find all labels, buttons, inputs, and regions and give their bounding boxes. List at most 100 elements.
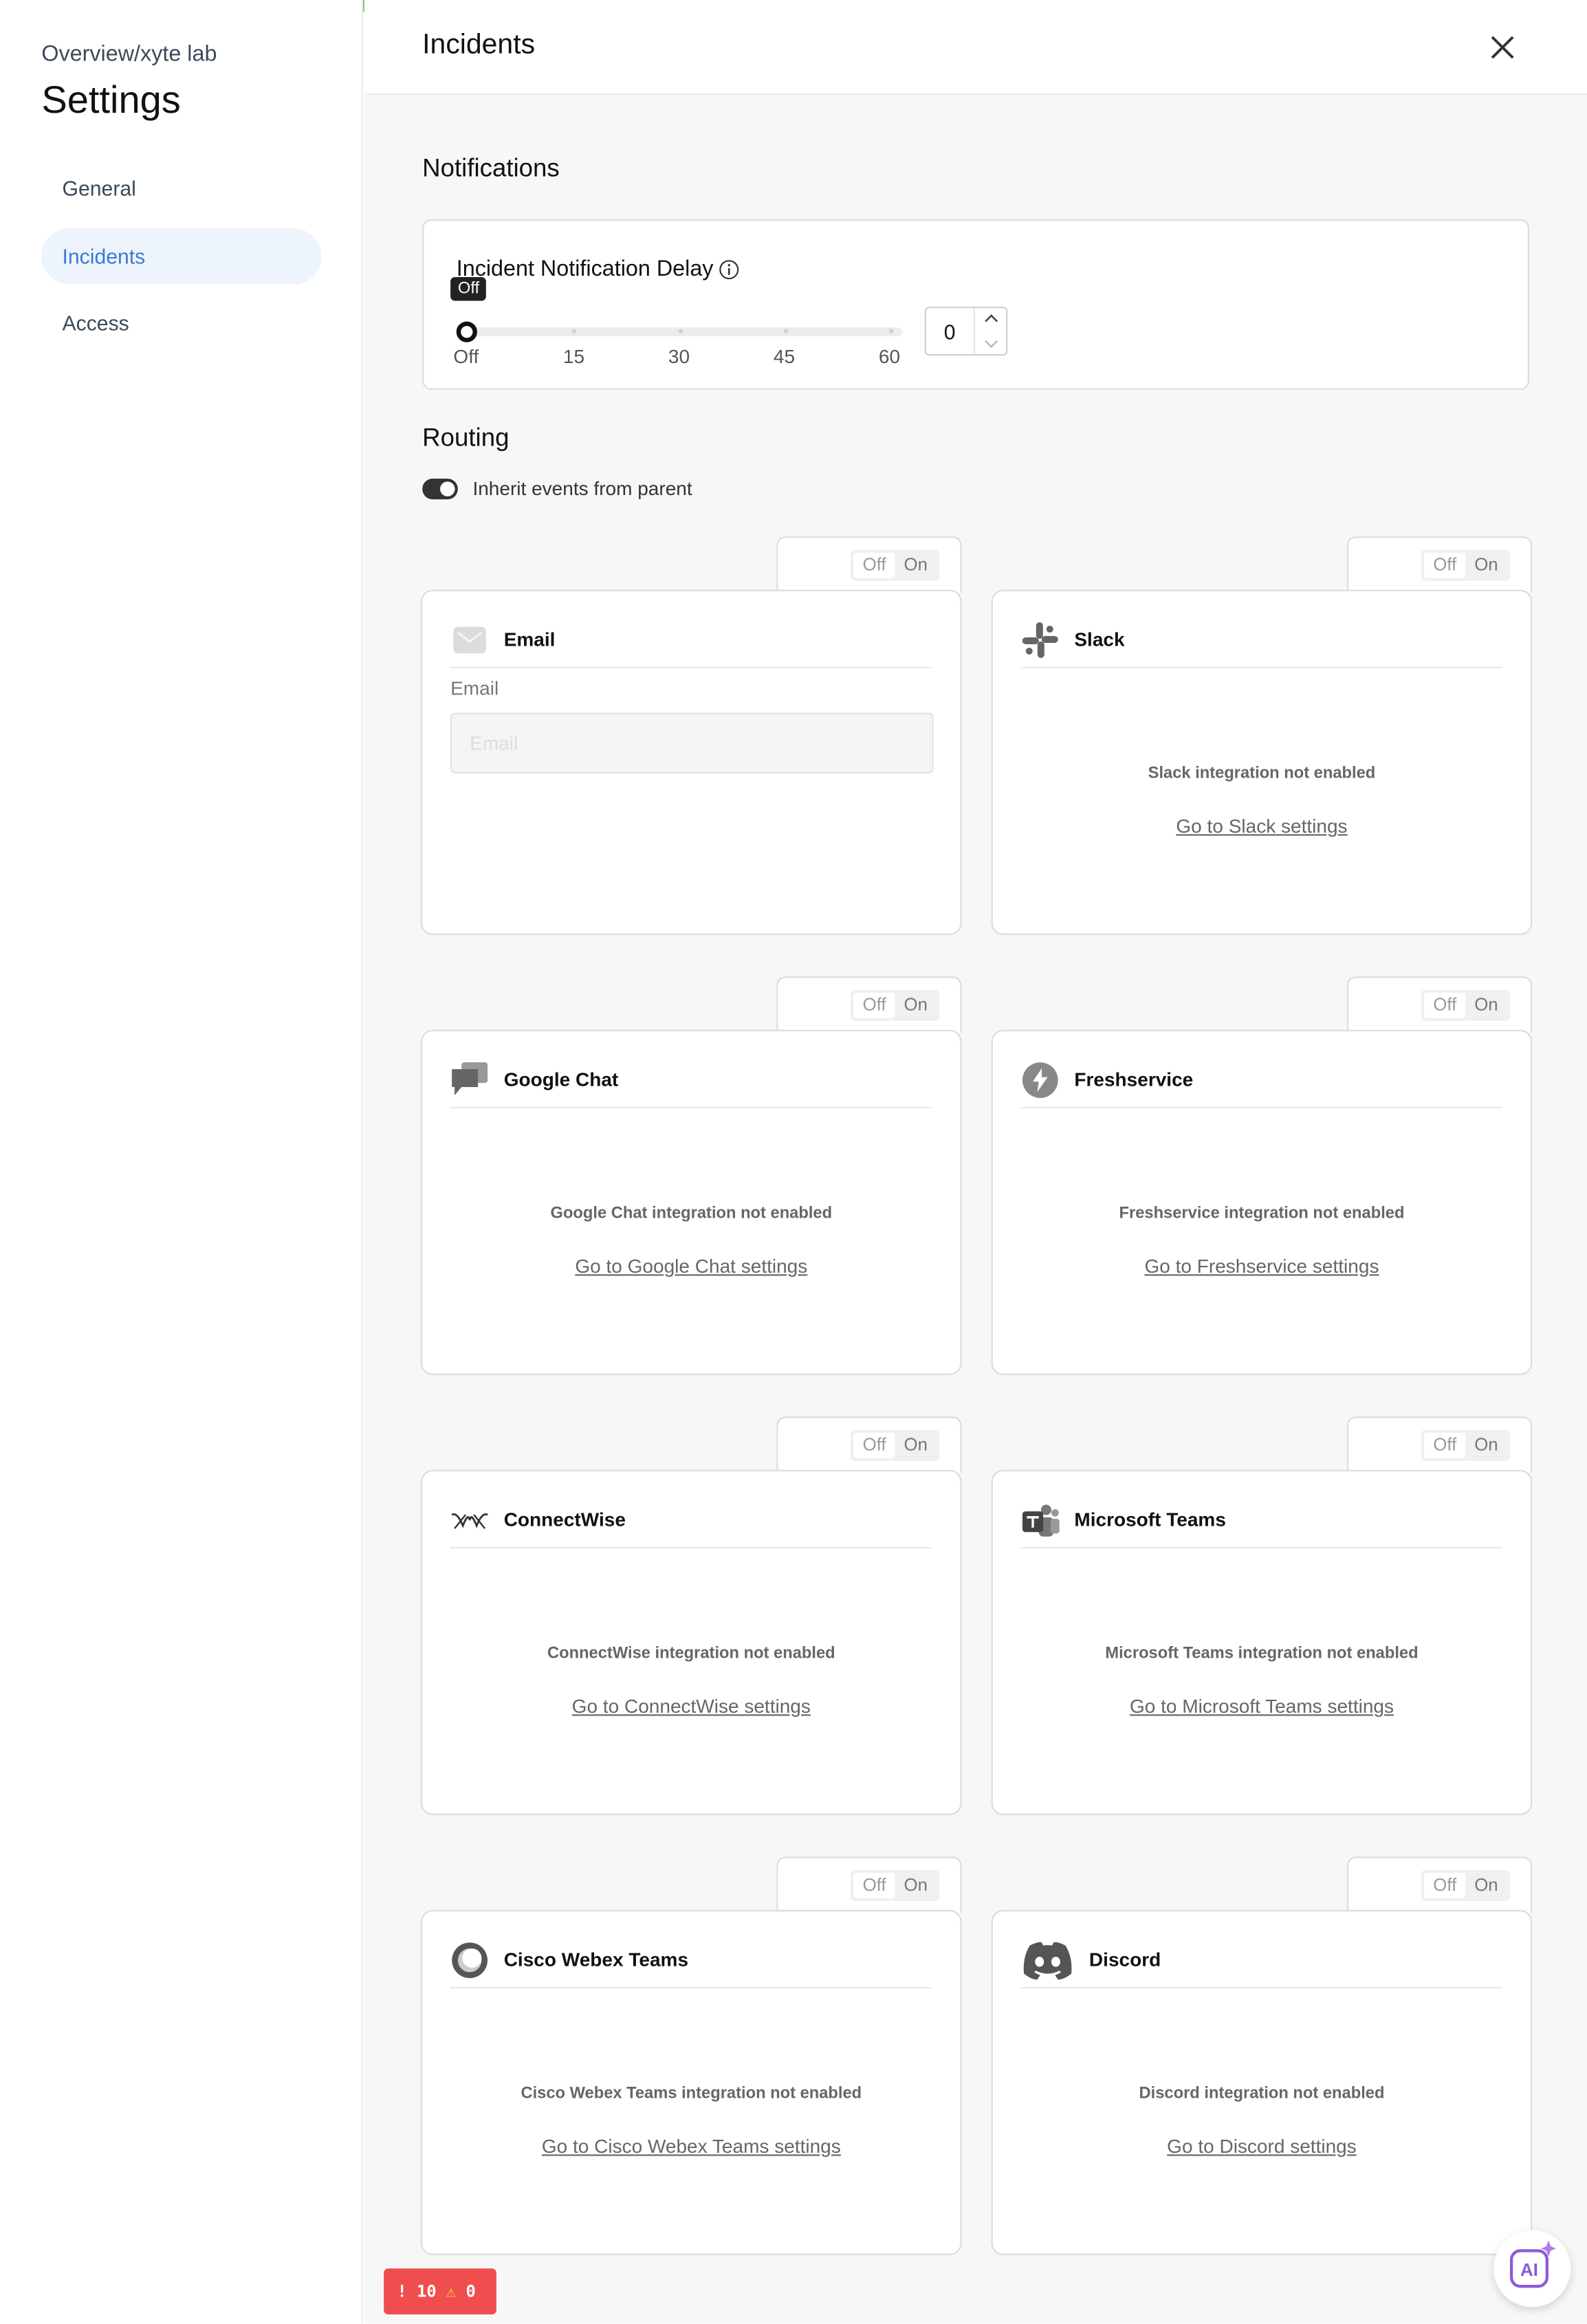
card-body: Email Email Email [421, 589, 962, 935]
off-on-switch[interactable]: Off On [1421, 549, 1510, 581]
info-icon[interactable] [719, 259, 740, 279]
off-on-switch[interactable]: Off On [1421, 989, 1510, 1021]
delay-label: Incident Notification Delay [456, 256, 741, 282]
off-option[interactable]: Off [1424, 1432, 1466, 1458]
inherit-events-toggle[interactable] [422, 479, 458, 500]
card-toggle-tab: Off On [776, 1416, 962, 1473]
panel-title: Incidents [422, 30, 536, 61]
off-on-switch[interactable]: Off On [1421, 1429, 1510, 1461]
off-option[interactable]: Off [853, 992, 895, 1018]
off-option[interactable]: Off [853, 552, 895, 578]
card-header: ConnectWise [450, 1492, 932, 1548]
off-on-switch[interactable]: Off On [851, 989, 940, 1021]
card-header: Email [450, 612, 932, 668]
card-name: Slack [1074, 628, 1125, 651]
card-toggle-tab: Off On [1346, 536, 1533, 593]
settings-link[interactable]: Go to Freshservice settings [993, 1255, 1531, 1277]
connectwise-card: Off On ConnectWise ConnectWise integrati… [421, 1416, 962, 1818]
off-option[interactable]: Off [1424, 1872, 1466, 1898]
settings-link[interactable]: Go to Microsoft Teams settings [993, 1695, 1531, 1717]
status-message: Discord integration not enabled [1139, 2085, 1385, 2103]
notification-delay-card: Incident Notification Delay Off Off 15 3… [422, 219, 1529, 390]
email-card: Off On Email Email Email [421, 536, 962, 938]
on-option[interactable]: On [895, 993, 937, 1018]
off-option[interactable]: Off [853, 1432, 895, 1458]
number-stepper[interactable] [973, 308, 1006, 355]
on-option[interactable]: On [1465, 993, 1507, 1018]
sidebar-item-incidents[interactable]: Incidents [41, 228, 322, 285]
on-option[interactable]: On [895, 1873, 937, 1898]
off-on-switch[interactable]: Off On [851, 1429, 940, 1461]
delay-label-text: Incident Notification Delay [456, 256, 714, 282]
discord-card: Off On Discord Discord integration not e… [991, 1856, 1533, 2258]
delay-number-input[interactable]: 0 [924, 307, 1008, 356]
status-message: Slack integration not enabled [1148, 764, 1376, 782]
card-header: Freshservice [1020, 1052, 1503, 1108]
chevron-down-icon[interactable] [985, 340, 998, 349]
delay-input-value: 0 [943, 320, 956, 344]
breadcrumb[interactable]: Overview/xyte lab [41, 41, 217, 67]
card-header: Microsoft Teams [1020, 1492, 1503, 1548]
error-count: 10 [417, 2281, 437, 2301]
card-body: Google Chat Google Chat integration not … [421, 1029, 962, 1375]
off-on-switch[interactable]: Off On [1421, 1870, 1510, 1901]
card-toggle-tab: Off On [1346, 1416, 1533, 1473]
error-icon: ! [397, 2281, 407, 2301]
tick-dot [678, 329, 683, 333]
status-message: Microsoft Teams integration not enabled [1105, 1645, 1419, 1663]
routing-title: Routing [422, 424, 510, 452]
delay-slider-handle[interactable] [456, 321, 477, 342]
tick-label: 30 [668, 345, 690, 368]
inherit-events-label: Inherit events from parent [472, 476, 692, 500]
status-message: Freshservice integration not enabled [1119, 1205, 1405, 1223]
tick-label: Off [453, 345, 479, 368]
card-body: Freshservice Freshservice integration no… [991, 1029, 1533, 1375]
card-toggle-tab: Off On [776, 536, 962, 593]
webex-card: Off On Cisco Webex Teams Cisco Webex Tea… [421, 1856, 962, 2258]
ai-assistant-button[interactable]: AI [1493, 2230, 1571, 2307]
google-chat-card: Off On Google Chat Google Chat integrati… [421, 976, 962, 1378]
settings-link[interactable]: Go to Cisco Webex Teams settings [422, 2135, 960, 2157]
off-option[interactable]: Off [1424, 992, 1466, 1018]
card-name: Freshservice [1074, 1068, 1194, 1091]
status-message: Cisco Webex Teams integration not enable… [521, 2085, 862, 2103]
delay-slider-track[interactable] [466, 327, 903, 337]
tick-dot [571, 329, 577, 333]
slack-icon [1021, 620, 1060, 659]
error-badge[interactable]: ! 10 ⚠ 0 [384, 2268, 496, 2315]
off-option[interactable]: Off [853, 1872, 895, 1898]
card-body: ConnectWise ConnectWise integration not … [421, 1469, 962, 1815]
page-title: Settings [41, 77, 181, 122]
off-on-switch[interactable]: Off On [851, 1870, 940, 1901]
settings-link[interactable]: Go to Discord settings [993, 2135, 1531, 2157]
webex-icon [450, 1940, 489, 1979]
settings-link[interactable]: Go to Google Chat settings [422, 1255, 960, 1277]
on-option[interactable]: On [895, 553, 937, 578]
settings-link[interactable]: Go to Slack settings [993, 815, 1531, 837]
off-option[interactable]: Off [1424, 552, 1466, 578]
status-message: Google Chat integration not enabled [550, 1205, 833, 1223]
status-message: ConnectWise integration not enabled [547, 1645, 835, 1663]
freshservice-card: Off On Freshservice Freshservice integra… [991, 976, 1533, 1378]
card-header: Discord [1020, 1932, 1503, 1989]
card-header: Google Chat [450, 1052, 932, 1108]
card-body: Slack Slack integration not enabled Go t… [991, 589, 1533, 935]
tick-label: 15 [562, 345, 585, 368]
on-option[interactable]: On [1465, 1873, 1507, 1898]
card-body: Cisco Webex Teams Cisco Webex Teams inte… [421, 1909, 962, 2255]
discord-icon [1021, 1940, 1075, 1980]
email-input[interactable]: Email [450, 712, 934, 774]
on-option[interactable]: On [895, 1433, 937, 1458]
sidebar: Overview/xyte lab Settings General Incid… [0, 0, 363, 2324]
sidebar-item-access[interactable]: Access [41, 295, 321, 351]
close-icon[interactable] [1486, 31, 1518, 63]
on-option[interactable]: On [1465, 1433, 1507, 1458]
sidebar-item-general[interactable]: General [41, 160, 321, 217]
off-on-switch[interactable]: Off On [851, 549, 940, 581]
freshservice-icon [1021, 1060, 1060, 1099]
card-header: Slack [1020, 612, 1503, 668]
on-option[interactable]: On [1465, 553, 1507, 578]
settings-link[interactable]: Go to ConnectWise settings [422, 1695, 960, 1717]
ai-sparkle-icon: AI [1509, 2240, 1556, 2288]
chevron-up-icon[interactable] [985, 314, 998, 322]
